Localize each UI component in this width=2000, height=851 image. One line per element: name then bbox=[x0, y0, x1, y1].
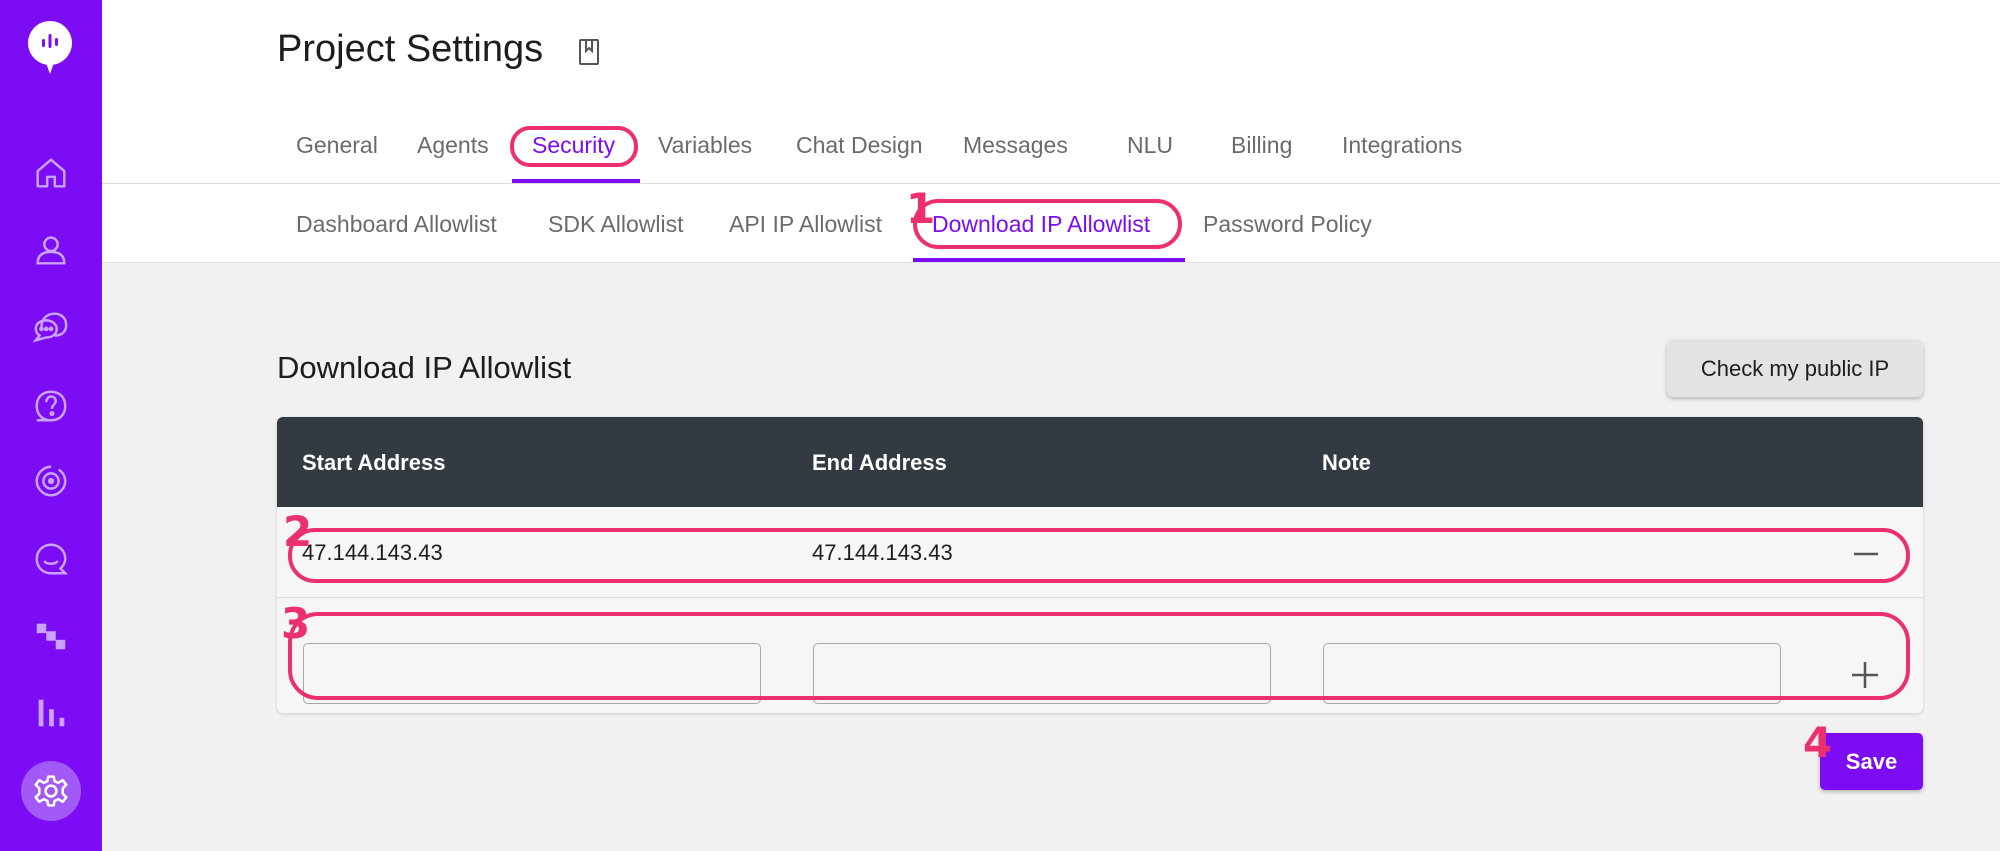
allowlist-table: Start Address End Address Note 47.144.14… bbox=[277, 417, 1923, 713]
start-address-cell: 47.144.143.43 bbox=[302, 540, 443, 565]
add-row-icon[interactable] bbox=[1849, 659, 1881, 691]
tab-integrations[interactable]: Integrations bbox=[1342, 132, 1462, 159]
tab-messages[interactable]: Messages bbox=[963, 132, 1068, 159]
settings-header: Project Settings General Agents Security… bbox=[102, 0, 2000, 263]
target-icon[interactable] bbox=[31, 461, 71, 501]
subtab-active-underline bbox=[913, 258, 1185, 262]
sub-tabs: Dashboard Allowlist SDK Allowlist API IP… bbox=[102, 185, 2000, 263]
note-input[interactable] bbox=[1323, 643, 1781, 704]
tab-agents[interactable]: Agents bbox=[417, 132, 489, 159]
annotation-number-2: 2 bbox=[283, 507, 313, 556]
tab-security[interactable]: Security bbox=[532, 132, 615, 159]
help-icon[interactable] bbox=[31, 386, 71, 426]
table-row: 47.144.143.43 47.144.143.43 bbox=[277, 507, 1923, 598]
tab-general[interactable]: General bbox=[296, 132, 378, 159]
remove-row-icon[interactable] bbox=[1851, 539, 1881, 569]
flow-icon[interactable] bbox=[31, 616, 71, 656]
subtab-api-ip-allowlist[interactable]: API IP Allowlist bbox=[729, 211, 882, 238]
tab-active-underline bbox=[512, 179, 640, 183]
column-start-address: Start Address bbox=[302, 450, 446, 475]
tab-chat-design[interactable]: Chat Design bbox=[796, 132, 923, 159]
subtab-password-policy[interactable]: Password Policy bbox=[1203, 211, 1372, 238]
annotation-number-4: 4 bbox=[1803, 718, 1833, 767]
subtab-sdk-allowlist[interactable]: SDK Allowlist bbox=[548, 211, 683, 238]
app-logo[interactable] bbox=[27, 20, 73, 74]
section-title: Download IP Allowlist bbox=[277, 350, 572, 385]
column-note: Note bbox=[1322, 450, 1371, 475]
page-title: Project Settings bbox=[277, 28, 544, 70]
bookmark-icon[interactable] bbox=[577, 38, 601, 66]
annotation-number-3: 3 bbox=[281, 599, 311, 648]
tab-nlu[interactable]: NLU bbox=[1127, 132, 1173, 159]
start-address-input[interactable] bbox=[303, 643, 761, 704]
end-address-input[interactable] bbox=[813, 643, 1271, 704]
save-button[interactable]: Save bbox=[1820, 733, 1923, 790]
new-entry-row bbox=[277, 599, 1923, 713]
annotation-number-1: 1 bbox=[906, 184, 936, 233]
contacts-icon[interactable] bbox=[31, 230, 71, 270]
subtab-download-ip-allowlist[interactable]: Download IP Allowlist bbox=[932, 211, 1150, 238]
tab-billing[interactable]: Billing bbox=[1231, 132, 1292, 159]
end-address-cell: 47.144.143.43 bbox=[812, 540, 953, 565]
subtab-dashboard-allowlist[interactable]: Dashboard Allowlist bbox=[296, 211, 497, 238]
chat-icon[interactable] bbox=[31, 539, 71, 579]
home-icon[interactable] bbox=[31, 153, 71, 193]
main-tabs: General Agents Security Variables Chat D… bbox=[102, 114, 2000, 184]
analytics-icon[interactable] bbox=[31, 693, 71, 733]
column-end-address: End Address bbox=[812, 450, 947, 475]
sidebar bbox=[0, 0, 102, 851]
table-header: Start Address End Address Note bbox=[277, 417, 1923, 507]
check-public-ip-button[interactable]: Check my public IP bbox=[1667, 340, 1923, 397]
tab-variables[interactable]: Variables bbox=[658, 132, 752, 159]
conversations-icon[interactable] bbox=[31, 307, 71, 347]
settings-icon[interactable] bbox=[21, 761, 81, 821]
